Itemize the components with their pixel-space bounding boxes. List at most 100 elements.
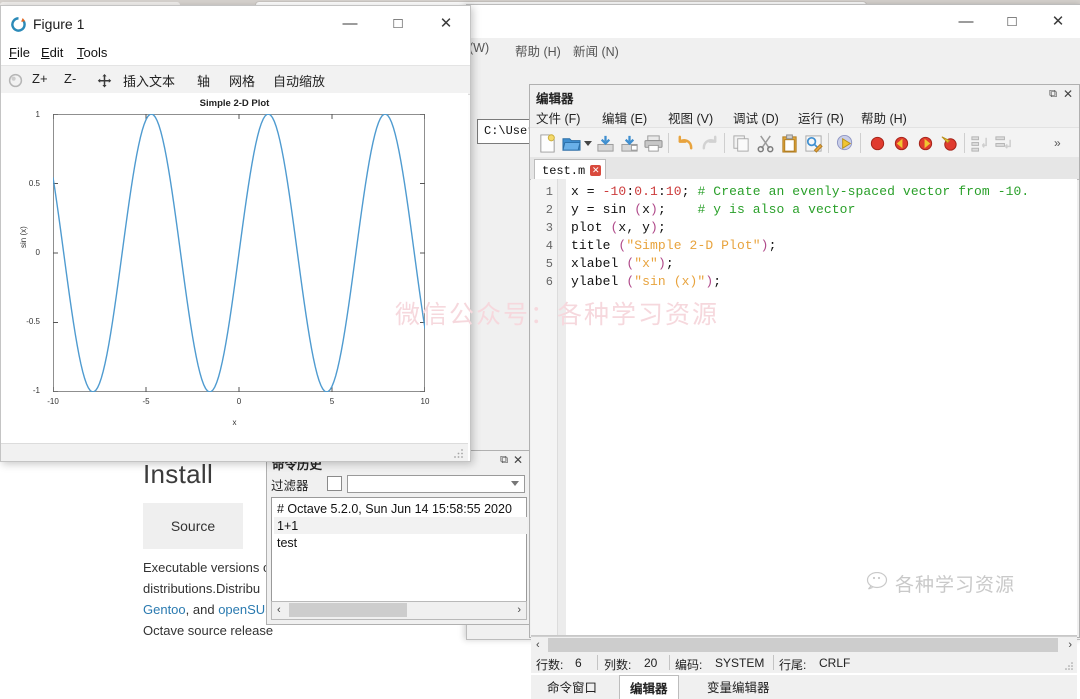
chevron-down-icon[interactable] xyxy=(511,481,519,486)
editor-menu-debug[interactable]: 调试 (D) xyxy=(733,108,779,127)
run-script-icon[interactable] xyxy=(836,134,855,153)
paste-icon[interactable] xyxy=(780,134,799,153)
editor-menu-help[interactable]: 帮助 (H) xyxy=(861,108,907,127)
plot-xlabel: x xyxy=(232,418,237,427)
scroll-right-icon[interactable]: › xyxy=(1068,639,1072,651)
remove-breakpoints-icon[interactable] xyxy=(940,134,959,153)
zoom-out-button[interactable]: Z- xyxy=(64,71,76,86)
line-number: 3 xyxy=(545,221,553,235)
resize-grip-icon[interactable] xyxy=(1065,662,1073,670)
autoscale-button[interactable]: 自动缩放 xyxy=(273,71,325,90)
gentoo-link[interactable]: Gentoo xyxy=(143,602,186,617)
list-item[interactable]: 1+1 xyxy=(274,517,527,534)
close-icon[interactable]: ✕ xyxy=(590,165,602,176)
editor-menu-edit[interactable]: 编辑 (E) xyxy=(602,108,647,127)
code-line: ylabel ("sin (x)"); xyxy=(571,274,722,289)
toolbar-separator xyxy=(724,133,725,153)
find-replace-icon[interactable] xyxy=(804,134,823,153)
save-file-icon[interactable] xyxy=(596,134,615,153)
y-tick-label: 0.5 xyxy=(28,179,40,188)
print-icon[interactable] xyxy=(644,134,663,153)
next-breakpoint-icon[interactable] xyxy=(916,134,935,153)
undock-icon[interactable]: ⧉ xyxy=(1049,88,1057,101)
cols-label: 列数: xyxy=(604,658,632,672)
close-icon[interactable]: ✕ xyxy=(1063,87,1073,101)
eol-label: 行尾: xyxy=(779,658,807,672)
close-button[interactable]: ✕ xyxy=(422,6,470,40)
editor-menu-run[interactable]: 运行 (R) xyxy=(798,108,844,127)
octave-titlebar: — □ ✕ xyxy=(467,5,1080,38)
scrollbar-thumb[interactable] xyxy=(289,603,407,617)
grid-button[interactable]: 网格 xyxy=(229,71,255,90)
zoom-in-button[interactable]: Z+ xyxy=(32,71,48,86)
code-editor-area[interactable]: 1 2 3 4 5 6 x = -10:0.1:10; # Create an … xyxy=(531,179,1077,636)
line-number: 5 xyxy=(545,257,553,271)
line-number: 4 xyxy=(545,239,553,253)
resize-grip-icon[interactable] xyxy=(454,449,463,458)
open-dropdown-icon[interactable] xyxy=(584,141,592,146)
previous-breakpoint-icon[interactable] xyxy=(892,134,911,153)
plot-ylabel: sin (x) xyxy=(19,226,28,248)
pan-icon[interactable] xyxy=(97,73,112,88)
editor-menu-file[interactable]: 文件 (F) xyxy=(536,108,580,127)
toggle-breakpoint-icon[interactable] xyxy=(868,134,887,153)
save-as-icon[interactable] xyxy=(620,134,639,153)
menu-news[interactable]: 新闻 (N) xyxy=(573,41,619,60)
scroll-left-icon[interactable]: ‹ xyxy=(536,639,540,651)
editor-horizontal-scrollbar[interactable]: ‹ › xyxy=(531,636,1077,654)
copy-icon[interactable] xyxy=(732,134,751,153)
editor-toolbar: » xyxy=(530,127,1079,159)
open-file-icon[interactable] xyxy=(562,134,581,153)
link-separator: , and xyxy=(185,602,219,617)
figure-menubar: File Edit Tools xyxy=(1,41,470,65)
scroll-left-icon[interactable]: ‹ xyxy=(277,604,281,616)
breakpoint-margin[interactable] xyxy=(558,179,566,635)
step-out-icon[interactable] xyxy=(994,134,1013,153)
new-file-icon[interactable] xyxy=(538,134,557,153)
watermark-pink: 微信公众号：各种学习资源 xyxy=(395,301,720,329)
toolbar-separator xyxy=(828,133,829,153)
list-item[interactable]: test xyxy=(274,534,527,551)
maximize-button[interactable]: □ xyxy=(374,6,422,40)
cut-icon[interactable] xyxy=(756,134,775,153)
minimize-button[interactable]: — xyxy=(326,6,374,40)
tab-command-window[interactable]: 命令窗口 xyxy=(537,675,607,698)
y-tick-label: 0 xyxy=(35,248,40,257)
rotate-icon[interactable] xyxy=(8,73,23,88)
minimize-button[interactable]: — xyxy=(943,5,989,37)
editor-menu-view[interactable]: 视图 (V) xyxy=(668,108,713,127)
source-download-button[interactable]: Source xyxy=(143,503,243,549)
history-horizontal-scrollbar[interactable]: ‹ › xyxy=(271,601,527,620)
menu-help[interactable]: 帮助 (H) xyxy=(515,41,561,60)
tab-editor[interactable]: 编辑器 xyxy=(619,675,679,699)
filter-combo[interactable] xyxy=(347,475,525,493)
figure-menu-file[interactable]: File xyxy=(9,45,30,60)
step-in-icon[interactable] xyxy=(970,134,989,153)
close-button[interactable]: ✕ xyxy=(1035,5,1080,37)
scrollbar-thumb[interactable] xyxy=(548,638,1058,652)
filter-checkbox[interactable] xyxy=(327,476,342,491)
undock-icon[interactable]: ⧉ xyxy=(500,454,508,467)
undo-icon[interactable] xyxy=(676,134,695,153)
axes-button[interactable]: 轴 xyxy=(197,71,210,90)
maximize-button[interactable]: □ xyxy=(989,5,1035,37)
command-history-list[interactable]: # Octave 5.2.0, Sun Jun 14 15:58:55 2020… xyxy=(271,497,527,603)
menu-window[interactable]: (W) xyxy=(469,41,489,55)
close-icon[interactable]: ✕ xyxy=(513,453,523,467)
figure-menu-edit[interactable]: Edit xyxy=(41,45,63,60)
insert-text-button[interactable]: 插入文本 xyxy=(123,71,175,90)
encoding-value: SYSTEM xyxy=(715,656,765,670)
figure-menu-tools[interactable]: Tools xyxy=(77,45,107,60)
figure-window: Figure 1 — □ ✕ File Edit Tools Z+ Z- 插入文… xyxy=(0,5,471,462)
plot-canvas[interactable]: Simple 2-D Plot sin (x) x 1 0.5 0 -0.5 -… xyxy=(1,93,468,443)
code-line: y = sin (x); # y is also a vector xyxy=(571,202,856,217)
redo-icon[interactable] xyxy=(700,134,719,153)
figure-toolbar: Z+ Z- 插入文本 轴 网格 自动缩放 xyxy=(1,65,470,95)
list-item[interactable]: # Octave 5.2.0, Sun Jun 14 15:58:55 2020 xyxy=(274,500,527,517)
code-line: x = -10:0.1:10; # Create an evenly-space… xyxy=(571,184,1030,199)
editor-dock: 编辑器 ⧉ ✕ 文件 (F) 编辑 (E) 视图 (V) 调试 (D) 运行 (… xyxy=(529,84,1080,699)
overflow-icon[interactable]: » xyxy=(1054,136,1061,150)
scroll-right-icon[interactable]: › xyxy=(517,604,521,616)
editor-titlebar: 编辑器 ⧉ ✕ xyxy=(530,85,1079,106)
tab-variable-editor[interactable]: 变量编辑器 xyxy=(697,675,780,698)
